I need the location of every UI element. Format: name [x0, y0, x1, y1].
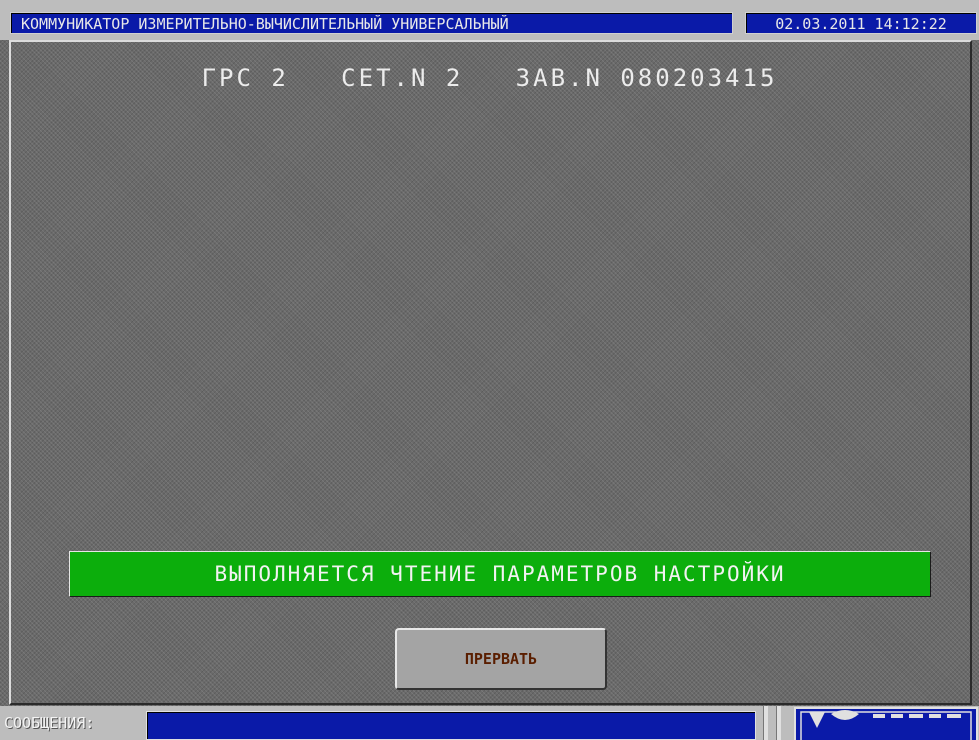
- divider: [763, 706, 768, 740]
- station-header: ГРС 2 СЕТ.N 2 ЗАВ.N 080203415: [201, 64, 778, 92]
- main-panel: [9, 40, 972, 705]
- messages-field: [146, 711, 756, 740]
- communicator-screen: КОММУНИКАТОР ИЗМЕРИТЕЛЬНО-ВЫЧИСЛИТЕЛЬНЫЙ…: [0, 0, 979, 740]
- divider: [776, 706, 781, 740]
- abort-button[interactable]: ПРЕРВАТЬ: [395, 628, 607, 690]
- title-bar: КОММУНИКАТОР ИЗМЕРИТЕЛЬНО-ВЫЧИСЛИТЕЛЬНЫЙ…: [0, 0, 979, 40]
- messages-label: СООБЩЕНИЯ:: [4, 714, 95, 732]
- status-banner: ВЫПОЛНЯЕТСЯ ЧТЕНИЕ ПАРАМЕТРОВ НАСТРОЙКИ: [69, 551, 931, 597]
- app-title: КОММУНИКАТОР ИЗМЕРИТЕЛЬНО-ВЫЧИСЛИТЕЛЬНЫЙ…: [10, 12, 733, 34]
- datetime-display: 02.03.2011 14:12:22: [745, 12, 977, 34]
- company-logo-icon: [793, 706, 979, 740]
